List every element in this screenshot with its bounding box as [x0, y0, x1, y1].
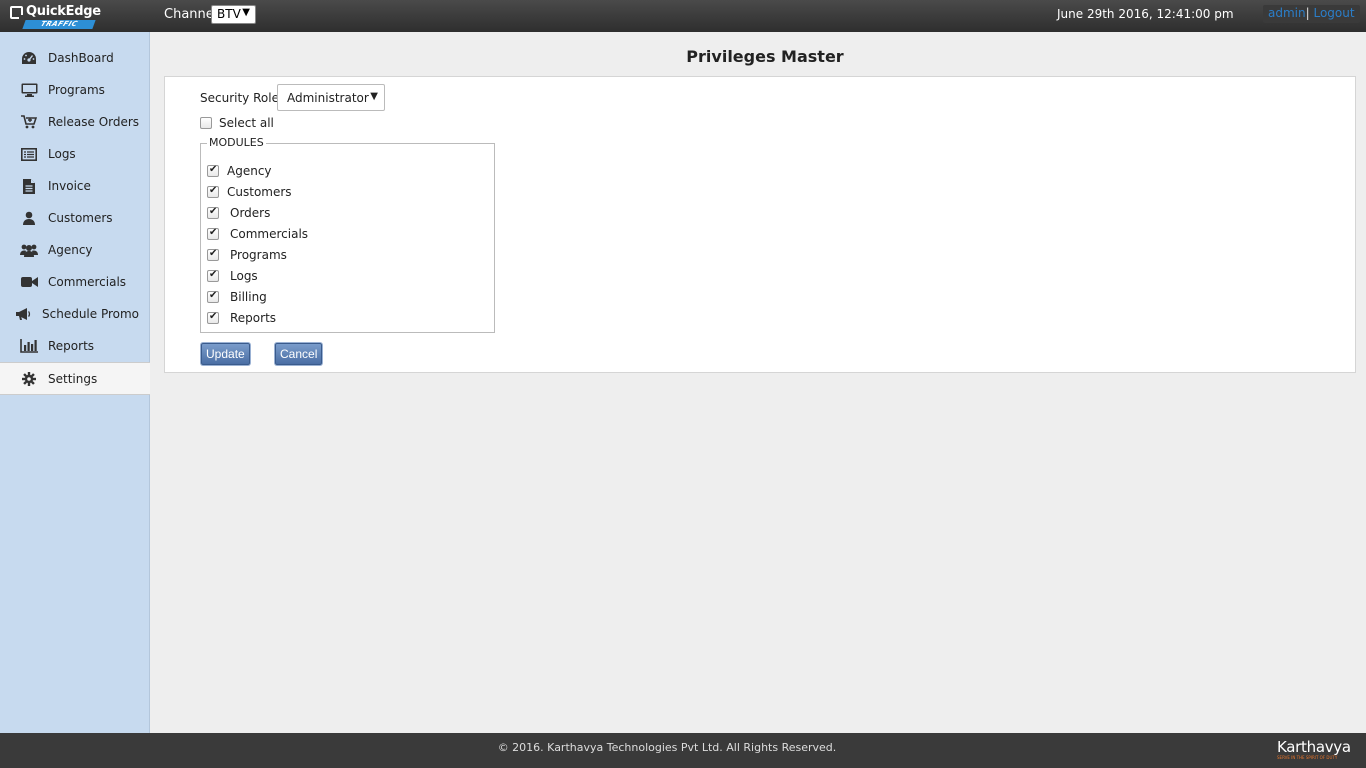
list-icon — [20, 146, 38, 162]
module-label: Agency — [227, 164, 272, 178]
monitor-icon — [20, 82, 38, 98]
module-checkbox-orders[interactable] — [207, 206, 219, 219]
channel-select[interactable]: BTV ▼ — [211, 5, 256, 24]
module-row-orders: Orders — [207, 206, 270, 220]
sidebar-item-logs[interactable]: Logs — [0, 138, 150, 170]
document-icon — [20, 178, 38, 194]
module-row-billing: Billing — [207, 290, 267, 304]
module-row-reports: Reports — [207, 311, 276, 325]
sidebar-item-reports[interactable]: Reports — [0, 330, 150, 362]
user-box: admin| Logout — [1263, 5, 1360, 23]
cancel-button[interactable]: Cancel — [275, 343, 323, 365]
gear-icon — [20, 371, 38, 387]
page-title: Privileges Master — [686, 47, 844, 66]
sidebar-item-agency[interactable]: Agency — [0, 234, 150, 266]
sidebar-item-label: Settings — [48, 371, 98, 386]
module-label: Logs — [230, 269, 258, 283]
module-label: Billing — [230, 290, 267, 304]
sidebar-item-dashboard[interactable]: DashBoard — [0, 42, 150, 74]
modules-fieldset: MODULES Agency Customers Orders Commerci… — [200, 136, 495, 333]
sidebar: DashBoard Programs Release Orders Logs I… — [0, 32, 150, 733]
sidebar-item-label: Agency — [48, 243, 93, 257]
module-checkbox-commercials[interactable] — [207, 227, 219, 240]
module-label: Orders — [230, 206, 271, 220]
brand-name: Karthavya — [1277, 738, 1351, 756]
sidebar-item-programs[interactable]: Programs — [0, 74, 150, 106]
module-label: Customers — [227, 185, 292, 199]
logout-link[interactable]: Logout — [1313, 6, 1354, 20]
module-row-logs: Logs — [207, 269, 258, 283]
user-link[interactable]: admin — [1268, 6, 1306, 20]
module-checkbox-agency[interactable] — [207, 164, 219, 177]
logo-subtitle: TRAFFIC — [22, 20, 96, 29]
module-checkbox-customers[interactable] — [207, 185, 219, 198]
security-role-value: Administrator — [287, 91, 369, 105]
module-row-commercials: Commercials — [207, 227, 308, 241]
security-role-select[interactable]: Administrator ▼ — [277, 84, 385, 111]
copyright-text: © 2016. Karthavya Technologies Pvt Ltd. … — [497, 741, 837, 754]
module-row-programs: Programs — [207, 248, 287, 262]
caret-down-icon: ▼ — [370, 91, 378, 102]
update-button[interactable]: Update — [201, 343, 250, 365]
user-icon — [20, 210, 38, 226]
module-checkbox-logs[interactable] — [207, 269, 219, 282]
sidebar-item-label: DashBoard — [48, 51, 114, 65]
cart-icon — [20, 114, 38, 130]
video-camera-icon — [20, 274, 38, 290]
module-checkbox-reports[interactable] — [207, 311, 219, 324]
footer: © 2016. Karthavya Technologies Pvt Ltd. … — [0, 733, 1366, 768]
privileges-panel: Security Role: Administrator ▼ Select al… — [164, 76, 1356, 373]
sidebar-item-label: Release Orders — [48, 115, 140, 129]
sidebar-item-schedule-promo[interactable]: Schedule Promo — [0, 298, 150, 330]
sidebar-item-label: Invoice — [48, 179, 91, 193]
caret-down-icon: ▼ — [242, 7, 250, 18]
module-row-customers: Customers — [207, 185, 292, 199]
channel-label: Channel — [164, 7, 218, 22]
module-checkbox-programs[interactable] — [207, 248, 219, 261]
module-label: Programs — [230, 248, 287, 262]
module-row-agency: Agency — [207, 164, 272, 178]
logo-mark-icon — [10, 6, 24, 20]
sidebar-item-label: Customers — [48, 211, 113, 225]
select-all-row: Select all — [200, 116, 274, 130]
sidebar-item-label: Logs — [48, 147, 76, 161]
select-all-checkbox[interactable] — [200, 117, 212, 129]
logo-text: QuickEdge — [26, 4, 101, 19]
module-label: Commercials — [230, 227, 309, 241]
users-icon — [20, 242, 38, 258]
sidebar-item-commercials[interactable]: Commercials — [0, 266, 150, 298]
sidebar-item-label: Schedule Promo — [42, 307, 140, 321]
sidebar-item-label: Commercials — [48, 275, 127, 289]
module-label: Reports — [230, 311, 277, 325]
bar-chart-icon — [20, 338, 38, 354]
sidebar-item-customers[interactable]: Customers — [0, 202, 150, 234]
user-separator: | — [1305, 6, 1310, 20]
channel-value: BTV — [217, 7, 241, 21]
quickedge-logo[interactable]: QuickEdge TRAFFIC — [10, 4, 101, 30]
sidebar-item-label: Reports — [48, 339, 95, 353]
module-checkbox-billing[interactable] — [207, 290, 219, 303]
top-bar: QuickEdge TRAFFIC Channel BTV ▼ June 29t… — [0, 0, 1366, 32]
sidebar-item-release-orders[interactable]: Release Orders — [0, 106, 150, 138]
karthavya-logo: Karthavya SERVE IN THE SPIRIT OF DUTY — [1277, 738, 1352, 764]
select-all-label: Select all — [219, 116, 274, 130]
sidebar-item-invoice[interactable]: Invoice — [0, 170, 150, 202]
modules-legend: MODULES — [207, 136, 266, 149]
dashboard-icon — [20, 50, 38, 66]
sidebar-item-settings[interactable]: Settings — [0, 362, 150, 395]
security-role-label: Security Role: — [200, 91, 283, 105]
megaphone-icon — [14, 306, 32, 322]
current-datetime: June 29th 2016, 12:41:00 pm — [1057, 7, 1234, 21]
sidebar-item-label: Programs — [48, 83, 105, 97]
